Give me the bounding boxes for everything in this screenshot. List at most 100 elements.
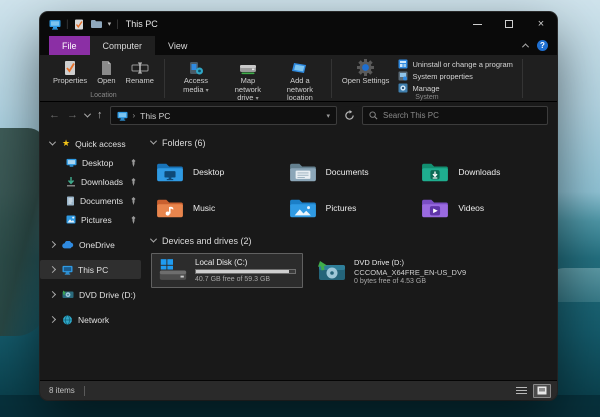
dvd-drive-tile[interactable]: DVD Drive (D:) CCCOMA_X64FRE_EN-US_DV9 0…: [317, 253, 466, 288]
folders-grid: Desktop Documents Downloads: [151, 155, 549, 224]
videos-folder-icon: [420, 196, 450, 220]
maximize-icon: [505, 20, 513, 28]
quick-access-star-icon: ★: [62, 138, 70, 149]
recent-locations-icon[interactable]: [84, 111, 91, 118]
properties-button[interactable]: Properties: [48, 57, 92, 86]
documents-sidebar-icon: [66, 196, 75, 206]
dvd-expand-icon[interactable]: [48, 291, 55, 298]
map-network-drive-icon: [239, 59, 257, 76]
sidebar-item-network[interactable]: Network: [40, 310, 141, 329]
dvd-free-text: 0 bytes free of 4.53 GB: [354, 278, 466, 285]
address-bar[interactable]: › This PC ▾: [110, 106, 338, 125]
pictures-folder-icon: [288, 196, 318, 220]
title-bar[interactable]: | ▾ | This PC ×: [40, 12, 557, 36]
ribbon-tab-bar: File Computer View ?: [40, 36, 557, 55]
documents-folder-icon: [288, 160, 318, 184]
drives-section-header[interactable]: Devices and drives (2): [151, 233, 549, 248]
network-expand-icon[interactable]: [48, 316, 55, 323]
system-properties-icon: [398, 71, 408, 81]
folder-tile-downloads[interactable]: Downloads: [416, 155, 549, 188]
sidebar-item-this-pc[interactable]: This PC: [40, 260, 141, 279]
large-icons-view-button[interactable]: [533, 384, 551, 398]
onedrive-expand-icon[interactable]: [48, 241, 55, 248]
folder-tile-documents[interactable]: Documents: [284, 155, 417, 188]
address-dropdown-icon[interactable]: ▾: [326, 112, 330, 120]
sidebar-item-onedrive[interactable]: OneDrive: [40, 235, 141, 254]
ribbon-group-system: Open Settings Uninstall or change a prog…: [333, 57, 521, 101]
tab-view[interactable]: View: [155, 36, 200, 55]
ribbon-controls: ?: [523, 36, 557, 55]
ribbon-separator3: [522, 59, 523, 98]
help-icon[interactable]: ?: [537, 40, 548, 51]
ribbon-group-network: Access media ▾ Map network drive ▾ Add a…: [166, 57, 330, 101]
access-media-button[interactable]: Access media ▾: [170, 57, 222, 95]
local-disk-tile[interactable]: Local Disk (C:) 40.7 GB free of 59.3 GB: [151, 253, 303, 288]
up-button[interactable]: ↑: [97, 110, 103, 121]
maximize-button[interactable]: [493, 12, 525, 36]
tab-computer[interactable]: Computer: [90, 36, 156, 55]
open-icon: [100, 59, 113, 76]
open-button[interactable]: Open: [92, 57, 120, 86]
view-toggle-buttons: [512, 384, 551, 398]
folder-tile-pictures[interactable]: Pictures: [284, 191, 417, 224]
window-controls: ×: [461, 12, 557, 36]
window-title: This PC: [126, 19, 158, 29]
close-button[interactable]: ×: [525, 12, 557, 36]
this-pc-icon: [49, 19, 61, 30]
folders-section-header[interactable]: Folders (6): [151, 135, 549, 150]
add-network-location-icon: [291, 59, 309, 76]
tab-file[interactable]: File: [49, 36, 90, 55]
properties-shortcut-icon[interactable]: [74, 19, 84, 30]
sidebar-item-downloads[interactable]: Downloads: [40, 172, 141, 191]
properties-icon: [63, 59, 77, 76]
details-view-button[interactable]: [512, 384, 530, 398]
sidebar-item-desktop[interactable]: Desktop: [40, 153, 141, 172]
search-box[interactable]: [362, 106, 548, 125]
uninstall-program-button[interactable]: Uninstall or change a program: [398, 59, 512, 69]
drives-collapse-icon[interactable]: [150, 236, 157, 243]
pin-icon: [130, 216, 137, 224]
minimize-button[interactable]: [461, 12, 493, 36]
item-count: 8 items: [49, 386, 75, 395]
sidebar-item-quick-access[interactable]: ★ Quick access: [40, 134, 141, 153]
open-settings-button[interactable]: Open Settings: [337, 57, 395, 86]
titlebar-separator2: |: [116, 19, 119, 30]
this-pc-expand-icon[interactable]: [48, 266, 55, 273]
onedrive-icon: [62, 241, 74, 249]
pin-icon: [130, 197, 137, 205]
refresh-button[interactable]: [344, 110, 355, 121]
add-network-location-button[interactable]: Add a network location: [274, 57, 326, 103]
map-network-drive-button[interactable]: Map network drive ▾: [222, 57, 274, 103]
quick-access-expand-icon[interactable]: [48, 139, 55, 146]
sidebar-item-pictures[interactable]: Pictures: [40, 210, 141, 229]
forward-button[interactable]: →: [67, 110, 78, 121]
navigation-bar: ← → ↑ › This PC ▾: [40, 102, 557, 129]
search-input[interactable]: [383, 111, 541, 120]
qat-customize-caret-icon[interactable]: ▾: [108, 20, 112, 28]
folders-collapse-icon[interactable]: [150, 138, 157, 145]
access-media-caret-icon: ▾: [206, 88, 209, 94]
folder-tile-videos[interactable]: Videos: [416, 191, 549, 224]
dvd-drive-sidebar-icon: [62, 290, 74, 299]
disk-usage-fill: [196, 270, 289, 273]
open-settings-gear-icon: [357, 59, 374, 76]
location-group-label: Location: [48, 91, 159, 101]
downloads-sidebar-icon: [66, 177, 76, 187]
back-button[interactable]: ←: [49, 110, 60, 121]
minimize-ribbon-icon[interactable]: [522, 43, 529, 50]
new-folder-shortcut-icon[interactable]: [90, 19, 102, 29]
sidebar-item-documents[interactable]: Documents: [40, 191, 141, 210]
status-bar: 8 items: [40, 380, 557, 400]
rename-button[interactable]: Rename: [121, 57, 159, 86]
disk-usage-bar: [195, 269, 296, 274]
manage-button[interactable]: Manage: [398, 83, 512, 93]
sidebar-item-dvd-drive[interactable]: DVD Drive (D:) CCCO: [40, 285, 141, 304]
content-pane: Folders (6) Desktop Documents: [141, 129, 557, 380]
explorer-body: ★ Quick access Desktop Downloads: [40, 129, 557, 380]
folder-tile-music[interactable]: Music: [151, 191, 284, 224]
folder-tile-desktop[interactable]: Desktop: [151, 155, 284, 188]
breadcrumb-this-pc[interactable]: This PC: [140, 111, 170, 121]
system-properties-button[interactable]: System properties: [398, 71, 512, 81]
status-divider: [84, 386, 85, 396]
desktop-sidebar-icon: [66, 158, 77, 168]
